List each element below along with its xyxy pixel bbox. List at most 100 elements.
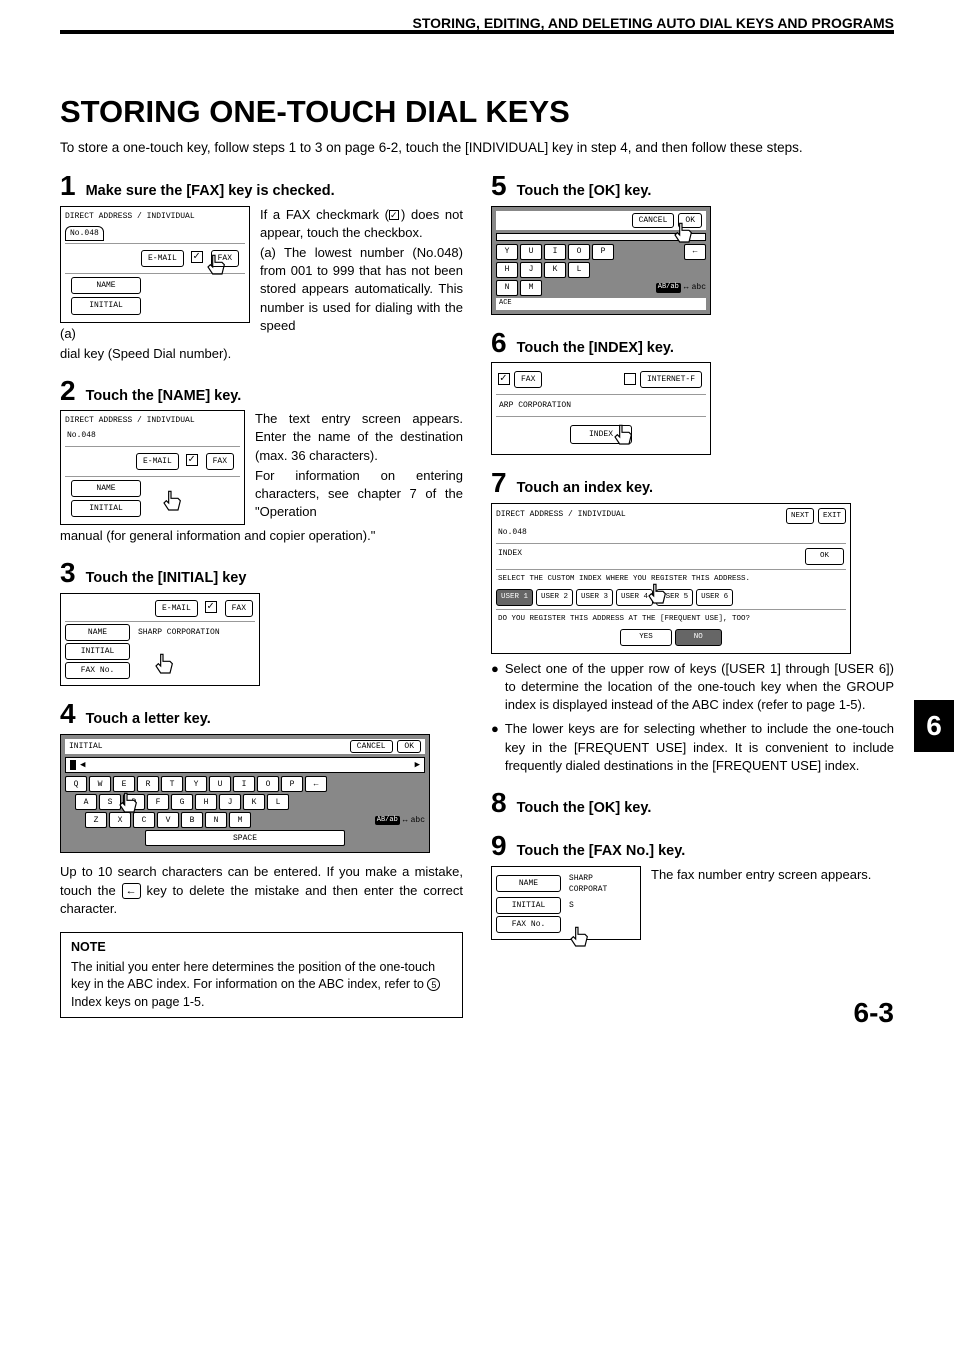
- key-k[interactable]: K: [243, 794, 265, 810]
- space-key[interactable]: SPACE: [145, 830, 345, 846]
- step-9-figure: NAME SHARP CORPORAT INITIAL S FAX No.: [491, 866, 641, 941]
- key-g[interactable]: G: [171, 794, 193, 810]
- fig7-ok-button[interactable]: OK: [805, 548, 844, 565]
- key-v[interactable]: V: [157, 812, 179, 828]
- key-n[interactable]: N: [205, 812, 227, 828]
- key-w[interactable]: W: [89, 776, 111, 792]
- fig2-initial-button[interactable]: INITIAL: [71, 500, 141, 517]
- caret-left-icon[interactable]: ◀: [80, 759, 85, 772]
- key-u[interactable]: U: [520, 244, 542, 260]
- fig9-initial-button[interactable]: INITIAL: [496, 897, 561, 914]
- step-6-figure: FAX INTERNET-F ARP CORPORATION INDEX: [491, 362, 711, 456]
- fig7-user2-button[interactable]: USER 2: [536, 589, 573, 606]
- fig7-no-button[interactable]: NO: [675, 629, 722, 646]
- step-3-num: 3: [60, 559, 76, 587]
- fig2-fax-button[interactable]: FAX: [206, 453, 234, 470]
- step-7-bullet-1: ● Select one of the upper row of keys ([…: [491, 660, 894, 715]
- hand-icon: [608, 423, 636, 456]
- key-n[interactable]: N: [496, 280, 518, 296]
- step-4-title: Touch a letter key.: [86, 709, 211, 729]
- caret-right-icon[interactable]: ▶: [415, 759, 420, 772]
- fig3-name-value: SHARP CORPORATION: [134, 627, 220, 638]
- key-m[interactable]: M: [229, 812, 251, 828]
- key-y[interactable]: Y: [185, 776, 207, 792]
- key-q[interactable]: Q: [65, 776, 87, 792]
- key-i[interactable]: I: [544, 244, 566, 260]
- key-t[interactable]: T: [161, 776, 183, 792]
- header-text: STORING, EDITING, AND DELETING AUTO DIAL…: [413, 14, 894, 34]
- fig9-initial-value: S: [565, 900, 574, 911]
- hand-icon: [201, 253, 229, 286]
- kb-mode-label: AB/ab: [375, 816, 400, 826]
- fig1-name-button[interactable]: NAME: [71, 277, 141, 294]
- note-body: The initial you enter here determines th…: [71, 959, 452, 1012]
- key-f[interactable]: F: [147, 794, 169, 810]
- fig1-tab: No.048: [65, 226, 104, 241]
- fig2-fax-checkbox[interactable]: [186, 454, 198, 466]
- key-h[interactable]: H: [496, 262, 518, 278]
- step-1-after: dial key (Speed Dial number).: [60, 345, 463, 363]
- fig2-name-button[interactable]: NAME: [71, 480, 141, 497]
- key-j[interactable]: J: [219, 794, 241, 810]
- backspace-key[interactable]: [305, 776, 327, 792]
- kb5-mode-label: AB/ab: [656, 283, 681, 293]
- fig3-faxno-button[interactable]: FAX No.: [65, 662, 130, 679]
- step-5-title: Touch the [OK] key.: [517, 181, 652, 201]
- kb-abc-label[interactable]: abc: [411, 815, 425, 826]
- step-2-title: Touch the [NAME] key.: [86, 386, 242, 406]
- key-p[interactable]: P: [592, 244, 614, 260]
- key-o[interactable]: O: [257, 776, 279, 792]
- fig3-fax-button[interactable]: FAX: [225, 600, 253, 617]
- step-7-figure: DIRECT ADDRESS / INDIVIDUAL NEXT EXIT No…: [491, 503, 851, 654]
- key-m[interactable]: M: [520, 280, 542, 296]
- fig1-initial-button[interactable]: INITIAL: [71, 297, 141, 314]
- kb-ok-button[interactable]: OK: [397, 740, 421, 753]
- fig6-internet-button[interactable]: INTERNET-F: [640, 371, 702, 388]
- fig7-user6-button[interactable]: USER 6: [696, 589, 733, 606]
- kb5-bottom: ACE: [496, 298, 706, 310]
- fig3-email-button[interactable]: E-MAIL: [155, 600, 198, 617]
- fig9-name-value: SHARP CORPORAT: [565, 873, 636, 895]
- circled-number-icon: 5: [427, 978, 440, 991]
- hand-icon: [149, 652, 177, 685]
- fig2-email-button[interactable]: E-MAIL: [136, 453, 179, 470]
- kb-cancel-button[interactable]: CANCEL: [350, 740, 393, 753]
- fig7-no: No.048: [496, 524, 846, 541]
- key-u[interactable]: U: [209, 776, 231, 792]
- fig1-email-button[interactable]: E-MAIL: [141, 250, 184, 267]
- key-z[interactable]: Z: [85, 812, 107, 828]
- fig7-yes-button[interactable]: YES: [620, 629, 672, 646]
- fig7-user1-button[interactable]: USER 1: [496, 589, 533, 606]
- key-i[interactable]: I: [233, 776, 255, 792]
- step-7: 7 Touch an index key. DIRECT ADDRESS / I…: [491, 469, 894, 775]
- fig3-initial-button[interactable]: INITIAL: [65, 643, 130, 660]
- step-4-keyboard: INITIAL CANCEL OK ◀ ▶ Q: [60, 734, 430, 854]
- fig6-fax-button[interactable]: FAX: [514, 371, 542, 388]
- step-2-figure: DIRECT ADDRESS / INDIVIDUAL No.048 E-MAI…: [60, 410, 245, 525]
- step-3-title: Touch the [INITIAL] key: [86, 568, 247, 588]
- fig7-prompt1: SELECT THE CUSTOM INDEX WHERE YOU REGIST…: [496, 572, 846, 587]
- key-k[interactable]: K: [544, 262, 566, 278]
- key-l[interactable]: L: [568, 262, 590, 278]
- fig3-name-button[interactable]: NAME: [65, 624, 130, 641]
- fig7-exit-button[interactable]: EXIT: [818, 508, 846, 525]
- fig7-user3-button[interactable]: USER 3: [576, 589, 613, 606]
- key-j[interactable]: J: [520, 262, 542, 278]
- step-9-desc: The fax number entry screen appears.: [651, 866, 894, 941]
- key-o[interactable]: O: [568, 244, 590, 260]
- kb5-abc-label[interactable]: abc: [692, 282, 706, 293]
- fig3-fax-checkbox[interactable]: [205, 601, 217, 613]
- fig7-next-button[interactable]: NEXT: [786, 508, 814, 525]
- key-b[interactable]: B: [181, 812, 203, 828]
- key-y[interactable]: Y: [496, 244, 518, 260]
- key-p[interactable]: P: [281, 776, 303, 792]
- fig6-fax-checkbox[interactable]: [498, 373, 510, 385]
- step-2-after: manual (for general information and copi…: [60, 527, 463, 545]
- key-l[interactable]: L: [267, 794, 289, 810]
- fig2-tabline: DIRECT ADDRESS / INDIVIDUAL: [65, 415, 240, 426]
- key-a[interactable]: A: [75, 794, 97, 810]
- fig9-name-button[interactable]: NAME: [496, 875, 561, 892]
- step-1-num: 1: [60, 172, 76, 200]
- key-h[interactable]: H: [195, 794, 217, 810]
- fig9-faxno-button[interactable]: FAX No.: [496, 916, 561, 933]
